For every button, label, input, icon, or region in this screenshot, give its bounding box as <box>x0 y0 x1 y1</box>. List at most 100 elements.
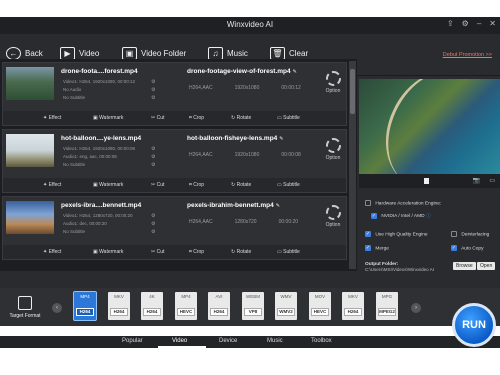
video-thumbnail[interactable] <box>6 201 54 234</box>
source-audio-info: Audio1: dec, 00:00:20 <box>63 221 107 226</box>
rotate-button[interactable]: ↻ Rotate <box>231 249 251 255</box>
source-video-info: Video1: H264, 1920x1080, 00:00:12 <box>63 79 135 84</box>
format-mov-hevc[interactable]: MOV HEVC <box>309 292 331 320</box>
scrollbar-thumb[interactable] <box>350 69 355 114</box>
crop-button[interactable]: ⌗ Crop <box>189 249 204 255</box>
video-item[interactable]: hot-balloon....ye-lens.mp4 Video1: H264,… <box>2 129 347 193</box>
upload-icon[interactable]: ⇪ <box>447 19 454 28</box>
format-mkv-h264[interactable]: MKV H264 <box>108 292 130 320</box>
video-thumbnail[interactable] <box>6 67 54 100</box>
watermark-button[interactable]: ▣ Watermark <box>93 249 123 255</box>
list-scrollbar[interactable] <box>349 61 356 269</box>
format-mp4-hevc[interactable]: MP4 HEVC <box>175 292 197 320</box>
cut-button[interactable]: ✂ Cut <box>151 182 164 188</box>
subtitle-button[interactable]: ▭ Subtitle <box>277 182 300 188</box>
watermark-button[interactable]: ▣ Watermark <box>93 182 123 188</box>
tab-toolbox[interactable]: Toolbox <box>311 338 332 344</box>
merge-checkbox[interactable]: ✓ <box>365 245 371 251</box>
auto-copy-checkbox[interactable]: ✓ <box>451 245 457 251</box>
open-button[interactable]: Open <box>477 262 496 270</box>
high-quality-checkbox[interactable]: ✓ <box>365 231 371 237</box>
option-label: Option <box>325 88 341 94</box>
gear-icon <box>325 138 341 153</box>
browse-button[interactable]: Browse <box>453 262 476 270</box>
target-format-icon <box>18 296 32 310</box>
effect-button[interactable]: ✦ Effect <box>43 182 61 188</box>
camera-icon[interactable]: 📷 <box>473 177 480 184</box>
output-resolution: 1920x1080 <box>234 85 260 91</box>
video-list: drone-foota....forest.mp4 Video1: H264, … <box>0 59 357 271</box>
output-filename[interactable]: pexels-ibrahim-bennett.mp4 ✎ <box>187 202 280 209</box>
output-filename[interactable]: drone-footage-view-of-forest.mp4 ✎ <box>187 68 297 75</box>
hw-accel-row: Hardware Acceleration Engine: <box>365 200 441 206</box>
high-quality-row: ✓ Use High Quality Engine <box>365 231 428 237</box>
category-tabs <box>0 336 500 348</box>
tab-music[interactable]: Music <box>267 338 283 344</box>
video-folder-label: Video Folder <box>141 49 187 58</box>
format-prev-arrow[interactable]: ‹ <box>52 303 62 313</box>
effect-button[interactable]: ✦ Effect <box>43 249 61 255</box>
app-title: Winxvideo AI <box>226 20 274 29</box>
format-avi-h264[interactable]: AVI H264 <box>208 292 230 320</box>
output-filename[interactable]: hot-balloon-fisheye-lens.mp4 ✎ <box>187 135 284 142</box>
output-meta: H264,AAC 1920x1080 00:00:08 <box>189 152 301 158</box>
format-wmv-wmv2[interactable]: WMV WMV2 <box>275 292 297 320</box>
rotate-button[interactable]: ↻ Rotate <box>231 182 251 188</box>
track-edit-icons[interactable]: ⚙ ⚙ ⚙ <box>151 78 155 102</box>
crop-button[interactable]: ⌗ Crop <box>189 115 204 121</box>
watermark-button[interactable]: ▣ Watermark <box>93 115 123 121</box>
close-icon[interactable]: ✕ <box>489 19 496 28</box>
format-next-arrow[interactable]: › <box>411 303 421 313</box>
merge-label: Merge <box>375 246 389 252</box>
subtitle-button[interactable]: ▭ Subtitle <box>277 249 300 255</box>
run-button[interactable]: RUN <box>452 303 496 347</box>
pencil-icon[interactable]: ✎ <box>279 136 283 142</box>
hw-vendor-checkbox[interactable]: ✓ <box>371 212 377 219</box>
cut-button[interactable]: ✂ Cut <box>151 115 164 121</box>
format-mp4-h264[interactable]: MP4 H264 <box>73 291 97 321</box>
item-actions: ✦ Effect ▣ Watermark ✂ Cut ⌗ Crop ↻ Rota… <box>3 245 346 259</box>
promotion-link[interactable]: Debut Promotion >> <box>443 52 492 58</box>
cut-button[interactable]: ✂ Cut <box>151 249 164 255</box>
hw-accel-label: Hardware Acceleration Engine: <box>375 201 442 207</box>
back-label: Back <box>25 49 43 58</box>
crop-button[interactable]: ⌗ Crop <box>189 182 204 188</box>
subtitle-button[interactable]: ▭ Subtitle <box>277 115 300 121</box>
target-format-button[interactable]: Target Format <box>4 291 46 319</box>
output-path[interactable]: C:\Users\MSI\Videos\Winxvideo AI <box>365 267 434 272</box>
hw-accel-checkbox[interactable] <box>365 200 371 206</box>
folder-icon[interactable]: ▭ <box>489 177 495 184</box>
output-resolution: 1920x1080 <box>234 152 260 158</box>
minimize-icon[interactable]: – <box>477 19 481 28</box>
gear-icon[interactable]: ⚙ <box>462 19 469 28</box>
pencil-icon[interactable]: ✎ <box>276 203 280 209</box>
option-button[interactable]: Option <box>324 138 342 161</box>
track-edit-icons[interactable]: ⚙ ⚙ ⚙ <box>151 145 155 169</box>
tab-video[interactable]: Video <box>172 338 187 344</box>
format-mpg-mpeg2[interactable]: MPG MPEG2 <box>376 292 398 320</box>
rotate-button[interactable]: ↻ Rotate <box>231 115 251 121</box>
info-icon[interactable]: ⓘ <box>426 214 431 219</box>
tab-popular[interactable]: Popular <box>122 338 143 344</box>
video-item[interactable]: drone-foota....forest.mp4 Video1: H264, … <box>2 62 347 126</box>
source-video-info: Video1: H264, 1920x1080, 00:00:08 <box>63 146 135 151</box>
high-quality-label: Use High Quality Engine <box>375 232 428 238</box>
preview-window[interactable] <box>359 79 500 174</box>
format-4k-h264[interactable]: 4K H264 <box>141 292 163 320</box>
format-webm-vp8[interactable]: WEBM VP8 <box>242 292 264 320</box>
option-button[interactable]: Option <box>324 205 342 228</box>
source-filename: pexels-ibra....bennett.mp4 <box>61 202 142 209</box>
format-mkv-h264-2[interactable]: MKV H264 <box>342 292 364 320</box>
effect-button[interactable]: ✦ Effect <box>43 115 61 121</box>
play-pause-icon[interactable] <box>424 178 429 184</box>
gear-icon <box>325 205 341 220</box>
source-filename: hot-balloon....ye-lens.mp4 <box>61 135 142 142</box>
deinterlacing-checkbox[interactable] <box>451 231 457 237</box>
target-format-label: Target Format <box>9 313 41 319</box>
video-thumbnail[interactable] <box>6 134 54 167</box>
option-button[interactable]: Option <box>324 71 342 94</box>
video-item[interactable]: pexels-ibra....bennett.mp4 Video1: H264,… <box>2 196 347 260</box>
pencil-icon[interactable]: ✎ <box>293 69 297 75</box>
track-edit-icons[interactable]: ⚙ ⚙ ⚙ <box>151 212 155 236</box>
tab-device[interactable]: Device <box>219 338 237 344</box>
